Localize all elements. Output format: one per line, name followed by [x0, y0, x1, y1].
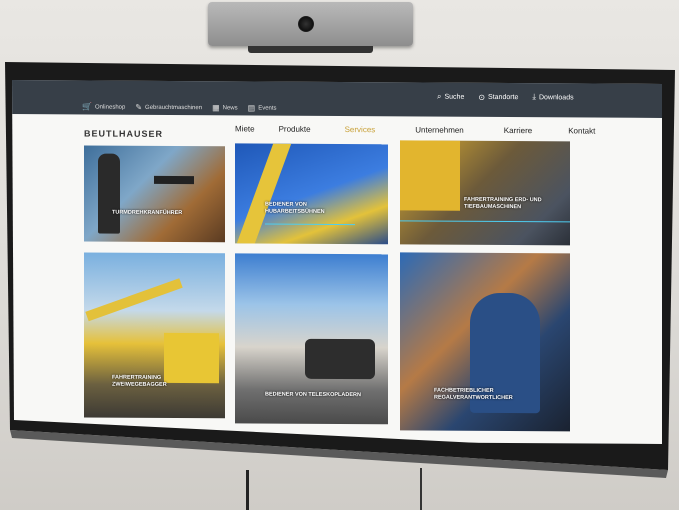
utility-right-links: ⌕ Suche ⊙ Standorte ⤓ Downloads — [437, 92, 574, 103]
tile-label: BEDIENER VON HUBARBEITSBÜHNEN — [265, 201, 325, 216]
location-pin-icon: ⊙ — [478, 92, 486, 102]
crane-load — [154, 175, 194, 185]
excavator-arm — [85, 278, 183, 322]
used-machines-link[interactable]: ✎ Gebrauchtmaschinen — [135, 103, 202, 112]
tile-label: FAHRERTRAINING ERD- UND TIEFBAUMASCHINEN — [464, 196, 542, 211]
locations-label: Standorte — [488, 93, 519, 101]
download-icon: ⤓ — [532, 92, 536, 102]
newspaper-icon: ▦ — [212, 103, 220, 113]
search-link[interactable]: ⌕ Suche — [437, 92, 464, 102]
utility-left-links: 🛒 Onlineshop ✎ Gebrauchtmaschinen ▦ News… — [82, 102, 277, 112]
service-tile[interactable]: BEDIENER VON TELESKOPLADERN — [235, 253, 388, 425]
nav-services[interactable]: Services — [345, 125, 376, 134]
wrench-icon: ✎ — [135, 102, 143, 112]
telehandler — [305, 338, 375, 380]
nav-links: Miete Produkte Services Unternehmen Karr… — [235, 124, 595, 135]
tile-label: BEDIENER VON TELESKOPLADERN — [265, 391, 361, 399]
tv-cable — [246, 470, 249, 510]
tv-cable — [420, 468, 422, 510]
nav-miete[interactable]: Miete — [235, 124, 255, 133]
tile-label: FACHBETRIEBLICHER REGALVERANTWORTLICHER — [434, 387, 513, 402]
tile-label: FAHRERTRAINING ZWEIWEGEBAGGER — [112, 374, 167, 389]
onlineshop-link[interactable]: 🛒 Onlineshop — [82, 102, 125, 111]
brand-logo[interactable]: BEUTLHAUSER — [84, 128, 163, 138]
news-link[interactable]: ▦ News — [212, 103, 238, 112]
events-label: Events — [258, 105, 277, 112]
tile-underline — [400, 220, 570, 223]
downloads-label: Downloads — [538, 93, 574, 101]
events-link[interactable]: ▤ Events — [248, 103, 277, 112]
nav-kontakt[interactable]: Kontakt — [568, 126, 595, 135]
lift-arm — [236, 143, 292, 244]
cart-icon: 🛒 — [82, 102, 92, 112]
nav-karriere[interactable]: Karriere — [504, 126, 532, 135]
news-label: News — [222, 104, 238, 111]
downloads-link[interactable]: ⤓ Downloads — [532, 92, 573, 102]
website-page: 🛒 Onlineshop ✎ Gebrauchtmaschinen ▦ News… — [12, 80, 662, 444]
service-tile[interactable]: TURMDREHKRANFÜHRER — [84, 145, 225, 243]
search-label: Suche — [444, 93, 465, 101]
nav-produkte[interactable]: Produkte — [279, 125, 311, 134]
service-tile[interactable]: FAHRERTRAINING ERD- UND TIEFBAUMASCHINEN — [400, 140, 570, 246]
worker-figure — [98, 153, 120, 234]
service-tile[interactable]: BEDIENER VON HUBARBEITSBÜHNEN — [235, 143, 388, 245]
nav-unternehmen[interactable]: Unternehmen — [415, 125, 463, 134]
tile-label: TURMDREHKRANFÜHRER — [112, 209, 183, 217]
service-tile[interactable]: FACHBETRIEBLICHER REGALVERANTWORTLICHER — [400, 252, 570, 432]
used-machines-label: Gebrauchtmaschinen — [145, 104, 203, 111]
service-tile[interactable]: FAHRERTRAINING ZWEIWEGEBAGGER — [84, 252, 225, 419]
tile-underline — [265, 223, 355, 226]
excavator-body — [164, 332, 219, 384]
excavator-cab — [400, 140, 460, 211]
calendar-icon: ▤ — [247, 103, 256, 113]
locations-link[interactable]: ⊙ Standorte — [478, 92, 518, 102]
utility-bar: 🛒 Onlineshop ✎ Gebrauchtmaschinen ▦ News… — [12, 80, 662, 118]
onlineshop-label: Onlineshop — [94, 104, 126, 111]
search-icon: ⌕ — [437, 91, 442, 101]
